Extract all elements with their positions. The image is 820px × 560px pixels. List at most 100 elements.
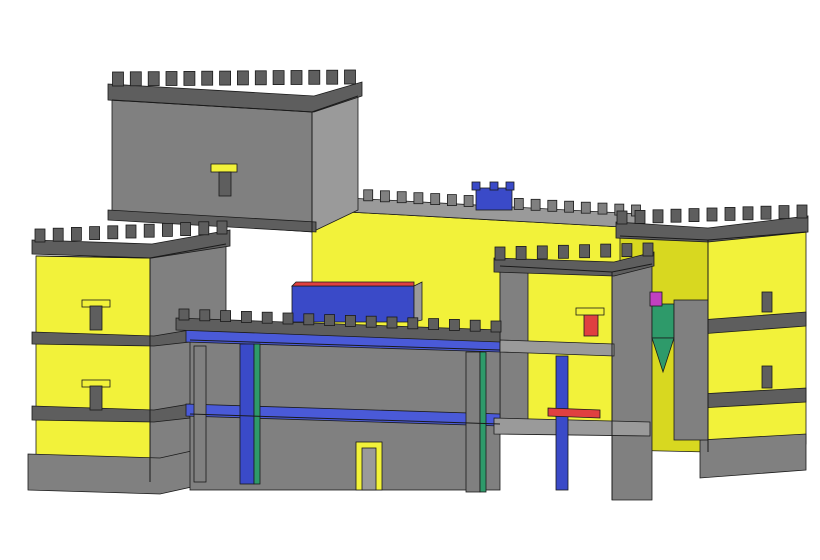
corner-turret-body — [651, 303, 675, 339]
merlon — [386, 316, 398, 329]
merlon — [240, 310, 252, 323]
left-tower-front-face — [35, 255, 151, 483]
merlon — [724, 206, 736, 221]
keep-window — [218, 171, 232, 197]
merlon — [344, 69, 356, 85]
merlon — [34, 228, 46, 243]
right-tower-plinth — [699, 433, 807, 479]
merlon — [282, 312, 294, 325]
merlon — [652, 209, 664, 224]
merlon — [112, 71, 124, 87]
merlon — [430, 193, 441, 206]
left-tower-window-upper — [89, 305, 103, 331]
keep-side-face — [311, 95, 359, 233]
merlon — [143, 223, 155, 238]
merlon — [147, 71, 160, 87]
hall-pillar-side — [479, 351, 487, 493]
merlon — [198, 221, 210, 236]
central-turret — [471, 181, 515, 211]
hall-pillar — [465, 351, 481, 493]
merlon — [616, 210, 628, 225]
merlon — [579, 244, 590, 259]
merlon — [513, 197, 524, 210]
merlon — [778, 205, 790, 220]
left-tower-plinth — [27, 449, 197, 495]
merlon — [515, 245, 527, 260]
merlon — [490, 320, 502, 333]
merlon — [463, 195, 474, 207]
merlon — [89, 226, 100, 241]
keep-tower — [107, 81, 363, 233]
merlon — [216, 220, 228, 235]
merlon — [379, 190, 390, 203]
hall-pillar — [239, 343, 255, 485]
merlon — [407, 317, 419, 330]
merlon — [564, 200, 574, 213]
keep-battlements — [112, 69, 356, 87]
central-turret-merlon — [505, 181, 515, 191]
merlon — [308, 69, 321, 85]
interior-floor-patch — [547, 407, 601, 419]
connecting-wall — [673, 299, 709, 441]
merlon — [558, 244, 569, 259]
merlon — [796, 204, 808, 219]
merlon — [547, 199, 558, 212]
merlon — [760, 205, 772, 220]
merlon — [597, 202, 608, 215]
merlon — [344, 314, 356, 327]
right-tower-window-lower — [761, 365, 773, 389]
merlon — [448, 318, 460, 331]
merlon — [272, 70, 285, 85]
merlon — [178, 308, 190, 321]
merlon — [236, 70, 249, 86]
corner-turret-top — [649, 291, 663, 307]
merlon — [642, 242, 654, 257]
cad-viewport[interactable] — [0, 0, 820, 560]
keep-window-hood — [210, 163, 238, 173]
merlon — [52, 227, 64, 242]
merlon — [324, 314, 336, 327]
merlon — [600, 243, 612, 258]
merlon — [129, 71, 142, 87]
merlon — [107, 225, 119, 240]
merlon — [303, 313, 315, 326]
right-tower-side-face — [707, 231, 807, 453]
merlon — [742, 206, 754, 221]
merlon — [706, 207, 718, 222]
merlon — [125, 224, 137, 239]
merlon — [365, 315, 377, 328]
merlon — [254, 70, 267, 86]
merlon — [183, 71, 196, 86]
gate-tower-window-hood — [575, 307, 605, 316]
gate-tower-window — [583, 313, 599, 337]
merlon — [446, 194, 457, 207]
gate-tower-side — [611, 263, 653, 501]
gate-tower — [493, 251, 655, 501]
merlon — [326, 69, 339, 85]
merlon — [165, 71, 178, 86]
central-turret-body — [475, 187, 513, 211]
merlon — [290, 70, 303, 85]
merlon — [261, 311, 273, 324]
merlon — [670, 208, 682, 223]
merlon — [428, 318, 440, 331]
hall-doorway-opening — [361, 447, 377, 491]
merlon — [494, 246, 506, 261]
left-tower-window-lower — [89, 385, 103, 411]
central-turret-merlon — [489, 181, 499, 191]
hall-pillar — [555, 355, 569, 491]
merlon — [199, 309, 211, 322]
merlon — [536, 245, 548, 260]
merlon — [180, 222, 192, 237]
merlon — [634, 209, 646, 224]
merlon — [71, 226, 82, 241]
merlon — [580, 201, 591, 214]
merlon — [161, 222, 173, 237]
merlon — [363, 189, 374, 202]
merlon — [530, 198, 541, 211]
merlon — [413, 192, 424, 205]
castle-model — [27, 69, 809, 501]
roof-block-edge — [291, 281, 415, 287]
merlon — [621, 243, 633, 258]
merlon — [201, 70, 214, 86]
